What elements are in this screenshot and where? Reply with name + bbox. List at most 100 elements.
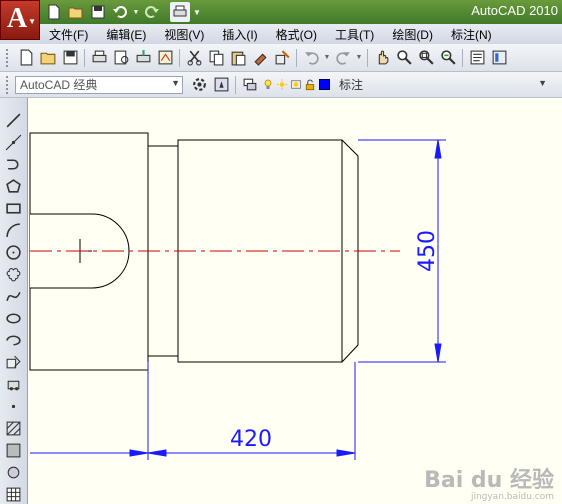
make-block-icon[interactable] [3,374,23,394]
standard-toolbar: ▼ ▼ [0,44,562,72]
layer-thaw-sun-icon[interactable] [276,75,288,95]
pan-icon[interactable] [372,48,392,68]
undo-button[interactable] [110,2,130,22]
workspace-select[interactable]: AutoCAD 经典 ▼ [15,75,183,94]
window-title: AutoCAD 2010 [471,3,558,18]
circle-icon[interactable] [3,242,23,262]
autocad-logo-icon: A [7,3,28,34]
revision-cloud-icon[interactable] [3,264,23,284]
open-file-button[interactable] [66,2,86,22]
separator [235,75,236,94]
publish-icon[interactable] [133,48,153,68]
layer-select-value: 标注 [339,78,364,92]
application-menu-button[interactable]: A ▼ [0,0,40,40]
polyline-icon[interactable] [3,154,23,174]
plot-preview-icon[interactable] [111,48,131,68]
drawing-svg: 450 420 [29,132,446,460]
menu-tools[interactable]: 工具(T) [326,26,383,43]
plot-button[interactable] [170,2,190,22]
zoom-window-icon[interactable] [416,48,436,68]
zoom-previous-icon[interactable] [438,48,458,68]
plot-icon[interactable] [89,48,109,68]
qat-customize-icon[interactable]: ▼ [192,2,202,22]
layer-unlock-icon[interactable] [304,75,316,95]
rectangle-icon[interactable] [3,198,23,218]
block-editor-icon[interactable] [272,48,292,68]
new-file-button[interactable] [44,2,64,22]
toolbar-grip[interactable] [6,48,11,67]
menu-dimension[interactable]: 标注(N) [442,26,501,43]
redo-icon[interactable] [333,48,353,68]
menu-insert[interactable]: 插入(I) [213,26,266,43]
gradient-icon[interactable] [3,440,23,460]
new-icon[interactable] [16,48,36,68]
horizontal-dimension-text: 420 [230,427,272,452]
undo-dropdown-icon[interactable]: ▼ [323,48,331,68]
construction-line-icon[interactable] [3,132,23,152]
workspace-layer-toolbar: AutoCAD 经典 ▼ 标注 ▼ [0,72,562,98]
arrowhead [434,343,442,363]
open-icon[interactable] [38,48,58,68]
chevron-down-icon: ▼ [28,17,36,26]
layer-on-bulb-icon[interactable] [262,75,274,95]
table-icon[interactable] [3,484,23,504]
menu-bar: 文件(F) 编辑(E) 视图(V) 插入(I) 格式(O) 工具(T) 绘图(D… [40,24,562,44]
redo-dropdown-icon[interactable]: ▼ [355,48,363,68]
workspace-select-value: AutoCAD 经典 [20,78,98,92]
region-icon[interactable] [3,462,23,482]
redo-button[interactable] [142,2,162,22]
vertical-dimension-text: 450 [415,230,440,272]
copy-icon[interactable] [206,48,226,68]
menu-draw[interactable]: 绘图(D) [383,26,442,43]
arrowhead [147,449,167,457]
menu-edit[interactable]: 编辑(E) [97,26,155,43]
undo-icon[interactable] [301,48,321,68]
drawing-canvas[interactable]: 450 420 Bai du 经验 jingyan.baidu.com [28,98,562,504]
layer-properties-icon[interactable] [240,75,260,95]
separator [367,48,368,67]
separator [462,48,463,67]
separator [296,48,297,67]
ellipse-icon[interactable] [3,308,23,328]
separator [179,48,180,67]
polygon-icon[interactable] [3,176,23,196]
properties-icon[interactable] [467,48,487,68]
draw-toolbar [0,98,28,504]
watermark-sub: jingyan.baidu.com [470,492,554,502]
insert-block-icon[interactable] [3,352,23,372]
toolbar-grip[interactable] [6,75,11,94]
my-workspace-icon[interactable] [211,75,231,95]
chevron-down-icon: ▼ [538,77,547,88]
layer-color-swatch [319,79,330,90]
arrowhead [129,449,149,457]
ellipse-arc-icon[interactable] [3,330,23,350]
undo-dropdown-icon[interactable]: ▼ [132,2,140,22]
quick-access-toolbar: ▼ ▼ [44,2,202,22]
horizontal-dimension [30,362,356,460]
line-icon[interactable] [3,110,23,130]
3d-dwf-icon[interactable] [155,48,175,68]
menu-format[interactable]: 格式(O) [267,26,326,43]
save-icon[interactable] [60,48,80,68]
cut-icon[interactable] [184,48,204,68]
arrowhead [434,139,442,159]
watermark-text: Bai du 经验 [424,468,554,493]
arrowhead [336,449,356,457]
arc-icon[interactable] [3,220,23,240]
layer-vp-freeze-icon[interactable] [290,75,302,95]
separator [84,48,85,67]
chevron-down-icon: ▼ [171,77,180,88]
layer-select[interactable]: 标注 ▼ [334,76,550,94]
zoom-realtime-icon[interactable] [394,48,414,68]
menu-view[interactable]: 视图(V) [155,26,213,43]
design-center-icon[interactable] [489,48,509,68]
point-icon[interactable] [3,396,23,416]
menu-file[interactable]: 文件(F) [40,26,97,43]
paste-icon[interactable] [228,48,248,68]
baidu-watermark: Bai du 经验 jingyan.baidu.com [424,462,554,502]
match-properties-icon[interactable] [250,48,270,68]
save-button[interactable] [88,2,108,22]
hatch-icon[interactable] [3,418,23,438]
workspace-settings-icon[interactable] [189,75,209,95]
spline-icon[interactable] [3,286,23,306]
